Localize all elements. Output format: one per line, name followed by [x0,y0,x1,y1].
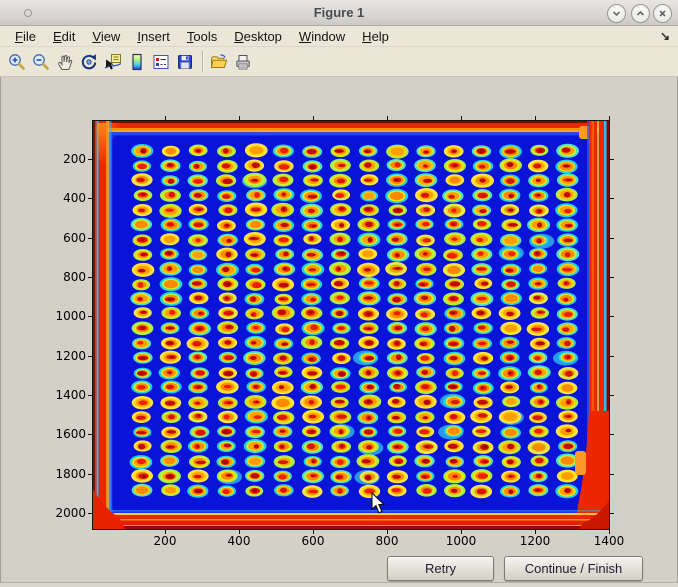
y-tick-right [610,238,614,239]
menu-help[interactable]: Help [355,27,396,46]
y-tick-right [610,277,614,278]
chevron-up-icon [632,5,649,22]
zoom-out-icon[interactable] [30,51,52,73]
y-tick-right [610,434,614,435]
y-tick [88,198,92,199]
x-tick-top [535,116,536,120]
y-tick-right [610,474,614,475]
toolbar-separator [202,51,203,72]
x-tick-top [165,116,166,120]
retry-button[interactable]: Retry [387,556,494,581]
y-tick-right [610,395,614,396]
y-tick-right [610,159,614,160]
close-icon [654,5,671,22]
y-tick-label: 1600 [34,427,86,441]
x-tick-label: 200 [140,534,190,548]
x-tick-top [609,116,610,120]
y-tick [88,238,92,239]
y-tick [88,277,92,278]
y-tick-label: 1800 [34,467,86,481]
shade-button[interactable] [607,4,626,23]
y-tick [88,434,92,435]
save-icon[interactable] [174,51,196,73]
y-tick-label: 400 [34,191,86,205]
x-tick-top [387,116,388,120]
maximize-button[interactable] [631,4,650,23]
y-tick-label: 200 [34,152,86,166]
x-tick-label: 1000 [436,534,486,548]
print-icon[interactable] [232,51,254,73]
y-tick-right [610,356,614,357]
x-tick-top [239,116,240,120]
zoom-in-icon[interactable] [6,51,28,73]
x-tick-label: 1400 [584,534,634,548]
close-button[interactable] [653,4,672,23]
dock-figure-icon[interactable]: ↘ [660,29,670,43]
window-title: Figure 1 [0,5,678,20]
y-tick-label: 1000 [34,309,86,323]
menu-insert[interactable]: Insert [130,27,177,46]
mouse-cursor [371,492,387,520]
y-tick [88,316,92,317]
data-cursor-icon[interactable] [102,51,124,73]
colorbar-icon[interactable] [126,51,148,73]
y-tick-label: 2000 [34,506,86,520]
figure-toolbar [0,47,678,77]
menu-edit[interactable]: Edit [46,27,82,46]
menubar: FileEditViewInsertToolsDesktopWindowHelp… [0,26,678,47]
titlebar[interactable]: Figure 1 [0,0,678,26]
chevron-down-icon [608,5,625,22]
y-tick [88,356,92,357]
axes-plot-area[interactable] [92,120,610,530]
x-tick-top [461,116,462,120]
x-tick-label: 800 [362,534,412,548]
y-tick-label: 800 [34,270,86,284]
legend-icon[interactable] [150,51,172,73]
menu-tools[interactable]: Tools [180,27,224,46]
x-tick-label: 1200 [510,534,560,548]
y-tick-label: 1400 [34,388,86,402]
y-tick [88,159,92,160]
y-tick-right [610,513,614,514]
window-frame-edge [0,582,678,587]
y-tick [88,395,92,396]
x-tick-label: 400 [214,534,264,548]
x-tick-top [313,116,314,120]
pan-hand-icon[interactable] [54,51,76,73]
menu-view[interactable]: View [85,27,127,46]
microarray-scan-image [93,121,609,529]
y-tick [88,513,92,514]
y-tick-right [610,198,614,199]
open-folder-icon[interactable] [208,51,230,73]
figure-window: Figure 1 FileEditViewInsertToolsDesktopW… [0,0,678,587]
y-tick-label: 1200 [34,349,86,363]
menu-desktop[interactable]: Desktop [227,27,289,46]
menu-window[interactable]: Window [292,27,352,46]
rotate-3d-icon[interactable] [78,51,100,73]
y-tick [88,474,92,475]
menu-file[interactable]: File [8,27,43,46]
continue-finish-button[interactable]: Continue / Finish [504,556,643,581]
x-tick-label: 600 [288,534,338,548]
y-tick-label: 600 [34,231,86,245]
y-tick-right [610,316,614,317]
